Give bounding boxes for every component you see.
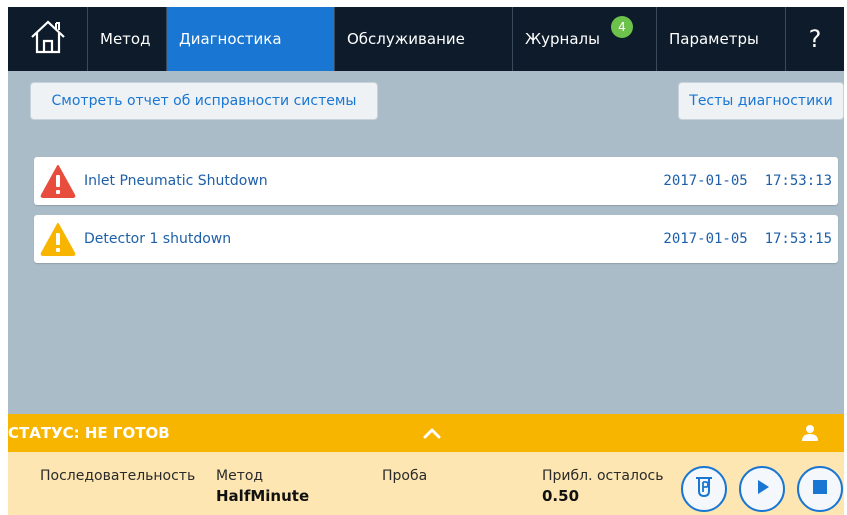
- view-health-report-button[interactable]: Смотреть отчет об исправности системы: [30, 82, 378, 120]
- method-label: Метод: [216, 468, 264, 484]
- play-icon: [751, 476, 773, 502]
- help-button[interactable]: ?: [786, 7, 844, 71]
- status-bar[interactable]: СТАТУС: НЕ ГОТОВ: [8, 414, 844, 452]
- stop-icon: [809, 476, 831, 502]
- event-message: Inlet Pneumatic Shutdown: [84, 173, 268, 189]
- status-text: СТАТУС: НЕ ГОТОВ: [8, 424, 170, 442]
- tab-method[interactable]: Метод: [88, 7, 167, 71]
- home-icon: [28, 17, 68, 61]
- tab-maintenance[interactable]: Обслуживание: [335, 7, 513, 71]
- tab-settings[interactable]: Параметры: [657, 7, 786, 71]
- tab-diagnostics[interactable]: Диагностика: [167, 7, 335, 71]
- sequence-label: Последовательность: [40, 468, 196, 484]
- warning-triangle-icon: [38, 219, 78, 259]
- sample-label: Проба: [382, 468, 428, 484]
- tab-maintenance-label: Обслуживание: [347, 30, 465, 48]
- run-info-panel: Последовательность Метод HalfMinute Проб…: [8, 452, 844, 515]
- home-button[interactable]: [8, 7, 88, 71]
- event-timestamp: 2017-01-05 17:53:13: [663, 173, 832, 189]
- tab-logs[interactable]: Журналы 4: [513, 7, 657, 71]
- top-nav: Метод Диагностика Обслуживание Журналы 4…: [8, 7, 844, 71]
- event-timestamp: 2017-01-05 17:53:15: [663, 231, 832, 247]
- event-message: Detector 1 shutdown: [84, 231, 232, 247]
- diagnostic-tests-label: Тесты диагностики: [689, 93, 833, 109]
- tab-logs-label: Журналы: [525, 30, 600, 48]
- vial-button[interactable]: [681, 466, 727, 512]
- remaining-value: 0.50: [542, 487, 580, 505]
- user-icon[interactable]: [800, 423, 820, 443]
- app-screen: Метод Диагностика Обслуживание Журналы 4…: [8, 7, 844, 515]
- vial-icon: [692, 475, 716, 503]
- tab-method-label: Метод: [100, 30, 151, 48]
- chevron-up-icon[interactable]: [418, 422, 446, 444]
- tab-diagnostics-label: Диагностика: [179, 30, 282, 48]
- event-row[interactable]: Inlet Pneumatic Shutdown 2017-01-05 17:5…: [34, 157, 838, 205]
- error-triangle-icon: [38, 161, 78, 201]
- logs-count-badge: 4: [611, 16, 633, 38]
- method-value: HalfMinute: [216, 487, 310, 505]
- view-health-report-label: Смотреть отчет об исправности системы: [51, 93, 357, 109]
- diagnostic-tests-button[interactable]: Тесты диагностики: [678, 82, 844, 120]
- tab-settings-label: Параметры: [669, 30, 759, 48]
- help-icon: ?: [808, 25, 822, 53]
- play-button[interactable]: [739, 466, 785, 512]
- event-row[interactable]: Detector 1 shutdown 2017-01-05 17:53:15: [34, 215, 838, 263]
- stop-button[interactable]: [797, 466, 843, 512]
- remaining-label: Прибл. осталось: [542, 468, 664, 484]
